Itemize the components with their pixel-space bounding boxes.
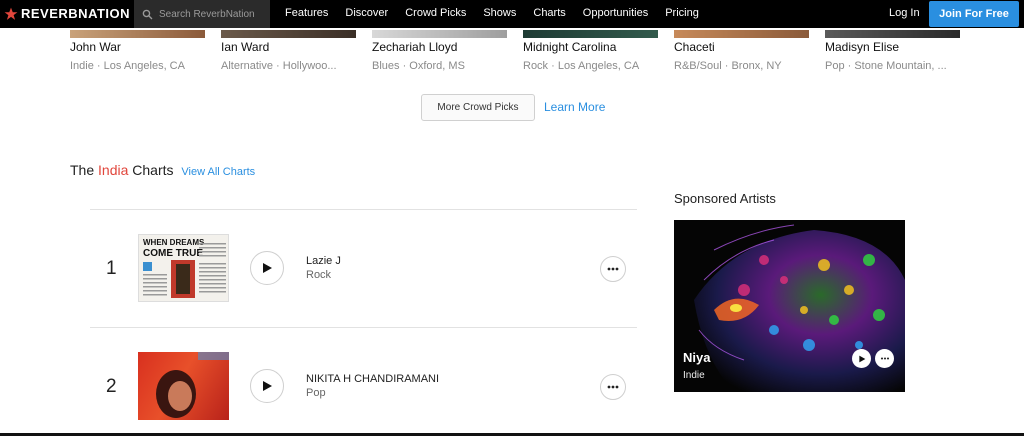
artist-image[interactable] (523, 30, 658, 38)
thumbnail-headline-1: WHEN DREAMS (143, 238, 205, 247)
nav-shows[interactable]: Shows (483, 7, 516, 19)
view-all-charts-link[interactable]: View All Charts (181, 166, 255, 178)
chart-row: 1 WHEN DREAMS COME TRUE Lazie J Rock (90, 219, 637, 319)
sponsored-more-button[interactable] (875, 349, 894, 368)
track-genre: Pop (306, 387, 326, 399)
artist-meta: Alternative · Hollywoo... (221, 60, 337, 72)
star-logo-icon (4, 7, 18, 20)
play-button[interactable] (250, 251, 284, 285)
ellipsis-icon (607, 267, 619, 271)
nav-charts[interactable]: Charts (533, 7, 565, 19)
artist-card[interactable]: Chaceti R&B/Soul · Bronx, NY (674, 28, 809, 72)
reverbnation-logo[interactable]: REVERBNATION (4, 6, 130, 21)
charts-title-prefix: The (70, 162, 95, 178)
learn-more-link[interactable]: Learn More (544, 100, 605, 114)
artist-card[interactable]: John War Indie · Los Angeles, CA (70, 28, 205, 72)
artist-name[interactable]: Chaceti (674, 40, 809, 54)
brand-name: REVERBNATION (21, 6, 131, 21)
sponsored-artists-heading: Sponsored Artists (674, 191, 776, 206)
chart-rank: 2 (106, 376, 117, 397)
nav-opportunities[interactable]: Opportunities (583, 7, 648, 19)
ellipsis-icon (880, 357, 889, 360)
play-button[interactable] (250, 369, 284, 403)
login-link[interactable]: Log In (889, 7, 920, 19)
top-navigation-bar: REVERBNATION Features Discover Crowd Pic… (0, 0, 1024, 28)
divider (90, 327, 637, 328)
play-icon (263, 263, 272, 273)
sponsored-artist-genre: Indie (683, 370, 705, 381)
charts-country: India (98, 162, 129, 178)
sponsored-artist-name[interactable]: Niya (683, 350, 710, 365)
artist-image[interactable] (674, 30, 809, 38)
join-button[interactable]: Join For Free (929, 1, 1019, 27)
artist-image[interactable] (825, 30, 960, 38)
artist-name[interactable]: Zechariah Lloyd (372, 40, 507, 54)
nav-crowd-picks[interactable]: Crowd Picks (405, 7, 466, 19)
leopard-artwork (674, 220, 905, 392)
artist-name[interactable]: John War (70, 40, 205, 54)
charts-heading: The India Charts View All Charts (70, 162, 255, 178)
crowd-picks-artists: John War Indie · Los Angeles, CA Ian War… (70, 28, 960, 78)
search-icon (142, 9, 153, 19)
sponsored-artist-card[interactable]: Niya Indie (674, 220, 905, 392)
track-artist-name[interactable]: NIKITA H CHANDIRAMANI (306, 373, 439, 385)
artist-image[interactable] (221, 30, 356, 38)
more-crowd-picks-button[interactable]: More Crowd Picks (421, 94, 535, 121)
ellipsis-icon (607, 385, 619, 389)
main-nav: Features Discover Crowd Picks Shows Char… (285, 7, 716, 19)
artist-meta: Rock · Los Angeles, CA (523, 60, 640, 72)
nav-discover[interactable]: Discover (345, 7, 388, 19)
more-options-button[interactable] (600, 374, 626, 400)
nav-pricing[interactable]: Pricing (665, 7, 699, 19)
artist-photo (156, 352, 229, 418)
search-input[interactable] (159, 8, 267, 20)
charts-title-suffix: Charts (132, 162, 174, 178)
chart-row: 2 NIKITA H CHANDIRAMANI Pop (90, 337, 637, 437)
chart-rank: 1 (106, 258, 117, 279)
artist-card[interactable]: Zechariah Lloyd Blues · Oxford, MS (372, 28, 507, 72)
artist-card[interactable]: Madisyn Elise Pop · Stone Mountain, ... (825, 28, 960, 72)
thumbnail-headline-2: COME TRUE (143, 248, 203, 259)
nav-features[interactable]: Features (285, 7, 328, 19)
play-icon (263, 381, 272, 391)
artist-name[interactable]: Ian Ward (221, 40, 356, 54)
artist-card[interactable]: Midnight Carolina Rock · Los Angeles, CA (523, 28, 658, 72)
artist-meta: Indie · Los Angeles, CA (70, 60, 185, 72)
artist-name[interactable]: Midnight Carolina (523, 40, 658, 54)
artist-name[interactable]: Madisyn Elise (825, 40, 960, 54)
artist-card[interactable]: Ian Ward Alternative · Hollywoo... (221, 28, 356, 72)
artist-image[interactable] (372, 30, 507, 38)
divider (90, 209, 637, 210)
track-artist-name[interactable]: Lazie J (306, 255, 341, 267)
artist-meta: Pop · Stone Mountain, ... (825, 60, 947, 72)
artist-image[interactable] (70, 30, 205, 38)
track-genre: Rock (306, 269, 332, 281)
more-options-button[interactable] (600, 256, 626, 282)
newspaper-thumbnail: WHEN DREAMS COME TRUE (139, 235, 228, 301)
artist-meta: Blues · Oxford, MS (372, 60, 465, 72)
sponsored-play-button[interactable] (852, 349, 871, 368)
chart-track-image[interactable]: WHEN DREAMS COME TRUE (138, 234, 229, 302)
chart-track-image[interactable] (138, 352, 229, 420)
artist-meta: R&B/Soul · Bronx, NY (674, 60, 782, 72)
play-icon (858, 355, 865, 362)
search-box[interactable] (134, 0, 270, 28)
